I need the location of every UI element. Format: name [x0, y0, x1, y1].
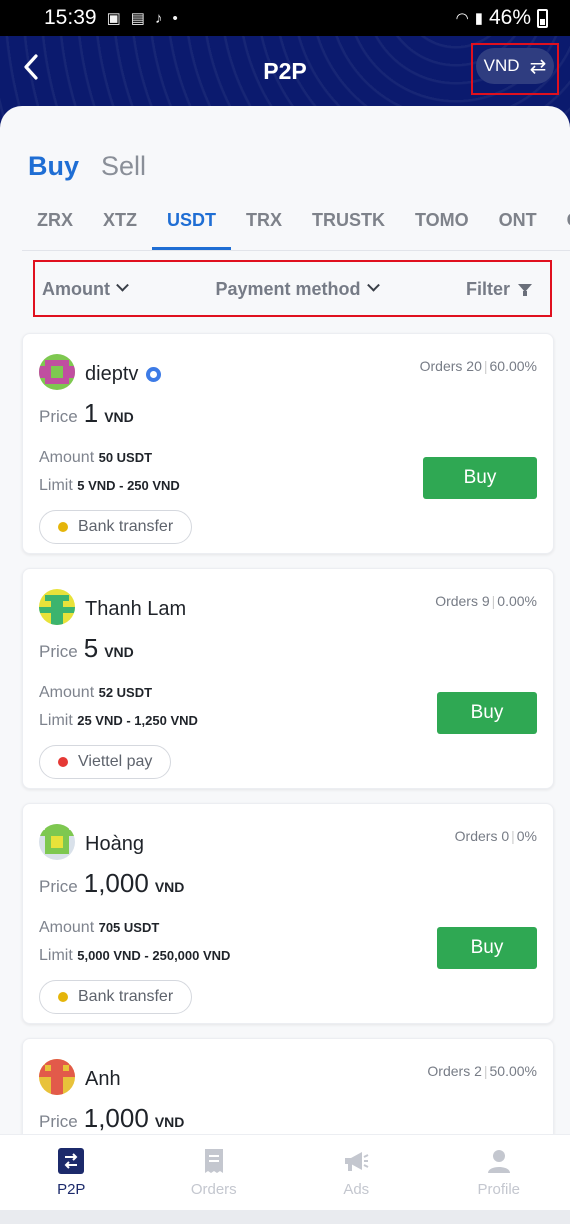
avatar [39, 824, 75, 860]
limit-row: Limit 5,000 VND - 250,000 VND [39, 947, 231, 964]
trader-name: Hoàng [85, 833, 144, 855]
dot-icon: • [172, 9, 178, 27]
bottom-nav: P2P Orders Ads Profile [0, 1134, 570, 1210]
status-time: 15:39 [44, 6, 97, 29]
payment-method-tag: Bank transfer [39, 980, 193, 1014]
price-unit: VND [154, 1114, 185, 1130]
price-unit: VND [154, 879, 185, 895]
buy-button[interactable]: Buy [437, 692, 537, 734]
coin-tab-zrx[interactable]: ZRX [22, 206, 88, 250]
coin-tabs: ZRX XTZ USDT TRX TRUSTK TOMO ONT O [22, 206, 570, 251]
price-row: Price 1 VND [39, 398, 134, 428]
highlight-box-filters [33, 260, 552, 317]
price-value: 1,000 [83, 868, 149, 898]
nav-item-p2p[interactable]: P2P [0, 1135, 143, 1210]
payment-dot-icon [58, 757, 68, 767]
offer-card: Thanh Lam Orders 9 | 0.00% Price 5 VND Amo… [22, 568, 554, 789]
amount-value: 50 USDT [98, 450, 153, 465]
nav-label: Ads [343, 1181, 370, 1198]
order-stats: Orders 2 | 50.00% [427, 1063, 537, 1079]
status-bar: 15:39 ▣ ▤ ♪ • ◠ ▮ 46% [0, 0, 570, 36]
avatar [39, 1059, 75, 1095]
trader-name: Thanh Lam [85, 598, 187, 620]
nav-item-orders[interactable]: Orders [143, 1135, 286, 1210]
nav-item-profile[interactable]: Profile [428, 1135, 570, 1210]
amount-row: Amount 52 USDT [39, 684, 153, 701]
coin-tab-ont[interactable]: ONT [484, 206, 552, 250]
system-nav-bar [0, 1210, 570, 1224]
price-unit: VND [104, 409, 134, 425]
verified-badge-icon [146, 367, 162, 382]
nav-label: P2P [57, 1181, 86, 1198]
order-stats: Orders 0 | 0% [454, 828, 537, 844]
amount-value: 52 USDT [98, 685, 153, 700]
order-stats: Orders 20 | 60.00% [419, 358, 537, 374]
receipt-icon [204, 1149, 223, 1173]
offer-card: Hoàng Orders 0 | 0% Price 1,000 VND Amount… [22, 803, 554, 1024]
order-stats: Orders 9 | 0.00% [435, 593, 537, 609]
limit-value: 5,000 VND - 250,000 VND [77, 948, 231, 963]
coin-tab-trx[interactable]: TRX [231, 206, 297, 250]
battery-icon [537, 8, 548, 28]
signal-icon: ▮ [474, 10, 483, 27]
limit-row: Limit 5 VND - 250 VND [39, 477, 180, 494]
payment-dot-icon [58, 522, 68, 532]
price-unit: VND [104, 644, 134, 660]
image-icon: ▣ [106, 10, 121, 27]
trader-name: Anh [85, 1068, 121, 1090]
price-row: Price 5 VND [39, 633, 134, 663]
coin-tab-usdt[interactable]: USDT [152, 206, 231, 250]
amount-value: 705 USDT [98, 920, 160, 935]
price-row: Price 1,000 VND [39, 1103, 185, 1133]
coin-tab-xtz[interactable]: XTZ [88, 206, 152, 250]
limit-value: 5 VND - 250 VND [77, 478, 180, 493]
limit-value: 25 VND - 1,250 VND [77, 713, 198, 728]
amount-row: Amount 705 USDT [39, 919, 160, 936]
coin-tab-more[interactable]: O [552, 206, 570, 250]
highlight-box-currency [471, 43, 559, 95]
offer-card: dieptv Orders 20 | 60.00% Price 1 VND Amou… [22, 333, 554, 554]
price-value: 1 [83, 398, 99, 428]
price-value: 5 [83, 633, 99, 663]
amount-row: Amount 50 USDT [39, 449, 153, 466]
tiktok-icon: ♪ [154, 9, 163, 27]
price-row: Price 1,000 VND [39, 868, 185, 898]
payment-dot-icon [58, 992, 68, 1002]
app-icon: ▤ [130, 10, 145, 27]
battery-level: 46% [488, 6, 531, 29]
limit-row: Limit 25 VND - 1,250 VND [39, 712, 198, 729]
tab-buy[interactable]: Buy [28, 151, 79, 182]
payment-method-tag: Bank transfer [39, 510, 193, 544]
p2p-icon [58, 1148, 85, 1174]
coin-tab-tomo[interactable]: TOMO [400, 206, 484, 250]
payment-method-tag: Viettel pay [39, 745, 172, 779]
nav-label: Orders [190, 1181, 237, 1198]
tab-sell[interactable]: Sell [101, 151, 146, 182]
person-icon [487, 1150, 510, 1173]
buy-button[interactable]: Buy [423, 457, 537, 499]
avatar [39, 589, 75, 625]
nav-item-ads[interactable]: Ads [285, 1135, 428, 1210]
trader-name: dieptv [85, 363, 162, 386]
avatar [39, 354, 75, 390]
buy-button[interactable]: Buy [437, 927, 537, 969]
wifi-icon: ◠ [455, 10, 469, 27]
coin-tab-trustk[interactable]: TRUSTK [297, 206, 400, 250]
megaphone-icon [345, 1152, 369, 1171]
trade-tabs: Buy Sell [28, 151, 146, 182]
nav-label: Profile [477, 1181, 521, 1198]
price-value: 1,000 [83, 1103, 149, 1133]
